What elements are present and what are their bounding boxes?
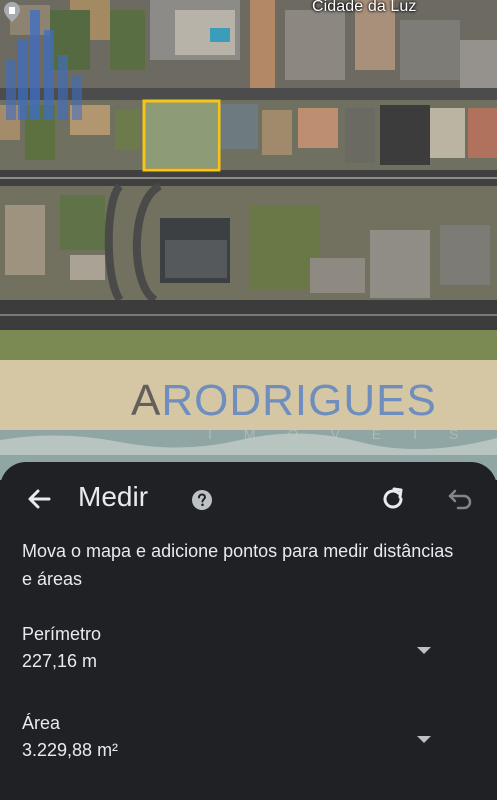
chevron-down-icon[interactable] bbox=[416, 646, 432, 656]
area-row[interactable]: Área 3.229,88 m² bbox=[22, 713, 482, 761]
satellite-map[interactable]: Cidade da Luz ARODRIGUES IMÓVEIS bbox=[0, 0, 497, 480]
help-icon[interactable] bbox=[191, 489, 213, 511]
building-logo-icon bbox=[6, 10, 82, 120]
area-label: Área bbox=[22, 713, 61, 733]
instructions-text: Mova o mapa e adicione pontos para medir… bbox=[22, 541, 454, 589]
perimeter-label: Perímetro bbox=[22, 624, 102, 644]
watermark-brand: ARODRIGUES bbox=[131, 376, 437, 425]
measure-sheet: Medir Mova o mapa e adicione pontos para… bbox=[0, 462, 497, 800]
undo-icon[interactable] bbox=[445, 484, 475, 514]
watermark-subtitle: IMÓVEIS bbox=[208, 426, 491, 442]
area-value: 3.229,88 m² bbox=[22, 740, 119, 760]
page-title: Medir bbox=[78, 481, 149, 512]
sheet-header: Medir bbox=[0, 462, 497, 538]
perimeter-value: 227,16 m bbox=[22, 651, 98, 671]
arrow-back-icon[interactable] bbox=[22, 482, 56, 516]
chevron-down-icon[interactable] bbox=[416, 735, 432, 745]
redo-icon[interactable] bbox=[378, 484, 408, 514]
perimeter-row[interactable]: Perímetro 227,16 m bbox=[22, 624, 482, 672]
